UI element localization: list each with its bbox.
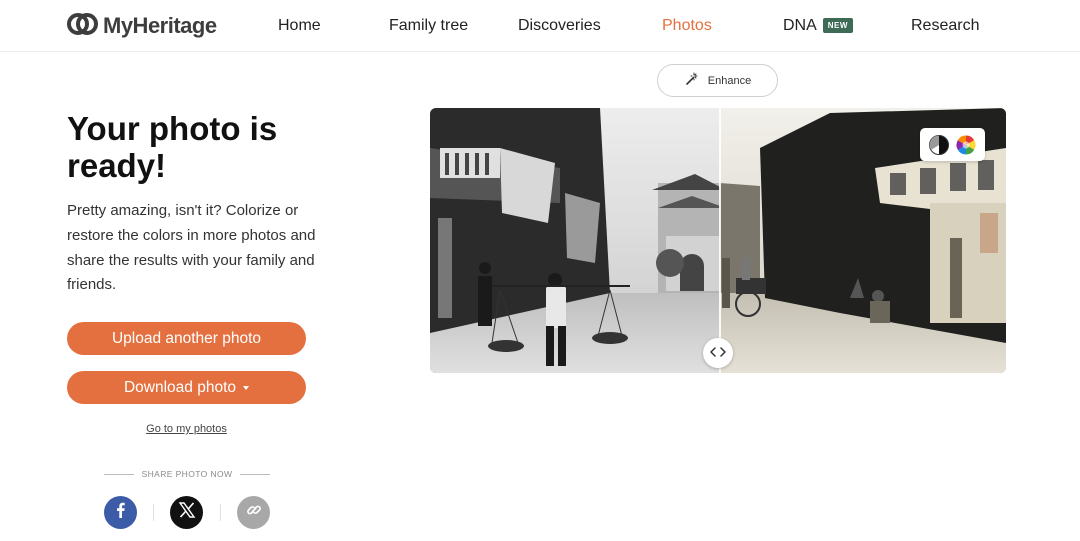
page-description: Pretty amazing, isn't it? Colorize or re… bbox=[67, 202, 316, 294]
nav-photos[interactable]: Photos bbox=[662, 17, 712, 35]
divider-line-left bbox=[104, 473, 134, 475]
enhance-label: Enhance bbox=[707, 74, 752, 87]
color-wheel-icon[interactable] bbox=[956, 135, 976, 155]
share-facebook-button[interactable] bbox=[104, 496, 137, 529]
copy-link-button[interactable] bbox=[237, 496, 270, 529]
color-mode-toolbar bbox=[920, 128, 985, 161]
link-icon bbox=[246, 502, 262, 523]
page-title: Your photo is ready! bbox=[67, 110, 278, 184]
nav-dna[interactable]: DNA NEW bbox=[783, 17, 853, 35]
new-badge: NEW bbox=[822, 18, 853, 33]
brand-logo[interactable]: MyHeritage bbox=[67, 11, 217, 41]
download-button-label: Download photo bbox=[123, 378, 237, 396]
nav-family-tree[interactable]: Family tree bbox=[389, 17, 468, 35]
share-separator bbox=[153, 504, 154, 521]
left-right-arrows-icon bbox=[710, 344, 726, 362]
magic-wand-icon bbox=[684, 72, 698, 89]
brand-name: MyHeritage bbox=[103, 13, 217, 38]
x-twitter-icon bbox=[177, 500, 197, 525]
share-divider: SHARE PHOTO NOW bbox=[104, 469, 270, 479]
caret-down-icon bbox=[243, 385, 250, 390]
bw-contrast-icon[interactable] bbox=[929, 134, 950, 155]
enhance-button[interactable]: Enhance bbox=[657, 64, 778, 97]
compare-slider-handle[interactable] bbox=[703, 338, 733, 368]
facebook-icon bbox=[113, 502, 129, 523]
upload-another-photo-button[interactable]: Upload another photo bbox=[67, 322, 306, 355]
upload-button-label: Upload another photo bbox=[111, 329, 262, 347]
share-separator bbox=[220, 504, 221, 521]
nav-dna-label: DNA bbox=[783, 17, 817, 34]
top-header: MyHeritage Home Family tree Discoveries … bbox=[0, 0, 1080, 52]
share-x-button[interactable] bbox=[170, 496, 203, 529]
share-label: SHARE PHOTO NOW bbox=[141, 469, 233, 479]
myheritage-logo-icon bbox=[67, 11, 99, 42]
download-photo-button[interactable]: Download photo bbox=[67, 371, 306, 404]
nav-discoveries[interactable]: Discoveries bbox=[518, 17, 601, 35]
go-to-my-photos-link[interactable]: Go to my photos bbox=[67, 423, 306, 435]
divider-line-right bbox=[239, 473, 270, 475]
nav-home[interactable]: Home bbox=[278, 17, 321, 35]
nav-research[interactable]: Research bbox=[911, 17, 979, 35]
